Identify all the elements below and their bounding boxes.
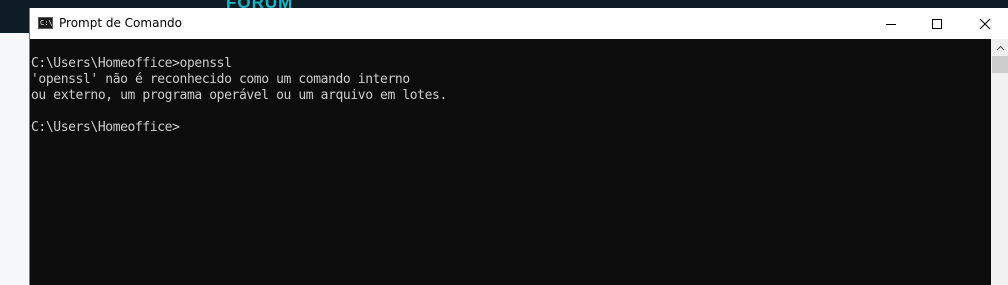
console-line: ou externo, um programa operável ou um a… (31, 88, 447, 103)
window-title: Prompt de Comando (59, 16, 183, 30)
console-output[interactable]: C:\Users\Homeoffice>openssl 'openssl' nã… (30, 39, 991, 285)
chevron-up-icon (996, 45, 1004, 50)
scroll-up-button[interactable] (991, 39, 1008, 56)
close-icon (979, 18, 990, 29)
cmd-icon-glyph: C:\ (40, 19, 53, 27)
maximize-button[interactable] (914, 8, 960, 39)
console-line: 'openssl' não é reconhecido como um coma… (31, 72, 410, 87)
title-bar[interactable]: C:\ Prompt de Comando (30, 8, 1008, 39)
cmd-icon[interactable]: C:\ (38, 17, 53, 29)
console-line: C:\Users\Homeoffice>openssl (31, 56, 232, 71)
minimize-icon (886, 23, 896, 25)
screen: FORUM C:\ Prompt de Comando C:\Users\Hom… (0, 0, 1008, 285)
console-prompt-line: C:\Users\Homeoffice> (31, 120, 180, 135)
command-prompt-window: C:\ Prompt de Comando C:\Users\Homeoffic… (29, 8, 1008, 285)
close-button[interactable] (960, 8, 1008, 39)
scroll-thumb[interactable] (992, 56, 1008, 73)
vertical-scrollbar[interactable] (991, 39, 1008, 285)
background-page-left (0, 33, 29, 285)
maximize-icon (932, 18, 942, 29)
minimize-button[interactable] (868, 8, 914, 39)
